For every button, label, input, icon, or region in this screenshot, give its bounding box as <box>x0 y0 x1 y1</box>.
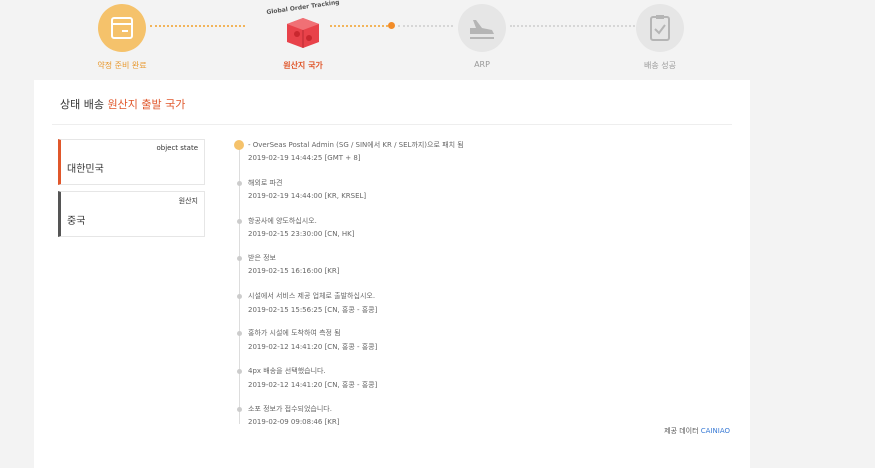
event-time: 2019-02-15 15:56:25 [CN, 홍콩 - 홍콩] <box>248 306 378 314</box>
timeline-dot <box>237 331 242 336</box>
event-description: 4px 배송을 선택했습니다. <box>248 367 326 375</box>
step-1: 약정 준비 완료 <box>62 4 182 70</box>
title-prefix: 상태 배송 <box>60 98 108 111</box>
provider-link[interactable]: CAINIAO <box>701 427 730 435</box>
tracking-card: 상태 배송 원산지 출발 국가 object state 대한민국 원산지 중국… <box>34 80 750 468</box>
timeline-dot <box>237 219 242 224</box>
title-highlight: 원산지 출발 국가 <box>107 98 186 111</box>
origin-box: 원산지 중국 <box>58 191 205 237</box>
timeline-dot <box>237 181 242 186</box>
object-state-label: object state <box>156 144 198 152</box>
current-position-dot <box>388 22 395 29</box>
airplane-icon <box>458 4 506 52</box>
page-title: 상태 배송 원산지 출발 국가 <box>60 96 185 112</box>
event-description: - OverSeas Postal Admin (SG / SIN에서 KR /… <box>248 141 464 149</box>
box-icon <box>98 4 146 52</box>
event-description: 받은 정보 <box>248 254 276 262</box>
clipboard-check-icon <box>636 4 684 52</box>
provider-prefix: 제공 데이터 <box>664 427 701 435</box>
event-description: 시설에서 서비스 제공 업체로 출발하십시오. <box>248 292 376 300</box>
object-state-value: 대한민국 <box>67 164 104 175</box>
event-time: 2019-02-12 14:41:20 [CN, 홍콩 - 홍콩] <box>248 343 378 351</box>
object-state-box: object state 대한민국 <box>58 139 205 185</box>
timeline-dot <box>237 256 242 261</box>
progress-tracker: 약정 준비 완료 Global Order Tracking 원산지 국가 AR… <box>0 0 875 80</box>
step-3: ARP <box>422 4 542 69</box>
origin-value: 중국 <box>67 216 86 227</box>
timeline-dot <box>237 407 242 412</box>
event-time: 2019-02-15 23:30:00 [CN, HK] <box>248 230 355 238</box>
event-description: 홍하가 시설에 도착하여 측정 됨 <box>248 329 341 337</box>
step-2-label: 원산지 국가 <box>283 61 323 70</box>
timeline-dot <box>237 294 242 299</box>
event-time: 2019-02-15 16:16:00 [KR] <box>248 267 340 275</box>
origin-label: 원산지 <box>178 197 198 205</box>
step-4: 배송 성공 <box>600 4 720 70</box>
event-time: 2019-02-19 14:44:00 [KR, KRSEL] <box>248 192 367 200</box>
timeline-current-dot <box>234 140 244 150</box>
event-description: 소포 정보가 접수되었습니다. <box>248 405 332 413</box>
event-description: 해외로 파견 <box>248 179 283 187</box>
event-time: 2019-02-12 14:41:20 [CN, 홍콩 - 홍콩] <box>248 381 378 389</box>
step-4-label: 배송 성공 <box>644 61 676 70</box>
global-order-tracking-icon <box>279 4 327 52</box>
step-2: Global Order Tracking 원산지 국가 <box>243 0 363 70</box>
timeline-dot <box>237 369 242 374</box>
step-1-label: 약정 준비 완료 <box>97 61 147 70</box>
event-time: 2019-02-19 14:44:25 [GMT + 8] <box>248 154 361 162</box>
step-3-label: ARP <box>474 60 490 69</box>
data-provider: 제공 데이터 CAINIAO <box>664 426 730 436</box>
event-time: 2019-02-09 09:08:46 [KR] <box>248 418 340 426</box>
timeline-line <box>239 144 240 424</box>
divider <box>52 124 732 125</box>
event-description: 항공사에 양도하십시오. <box>248 217 317 225</box>
